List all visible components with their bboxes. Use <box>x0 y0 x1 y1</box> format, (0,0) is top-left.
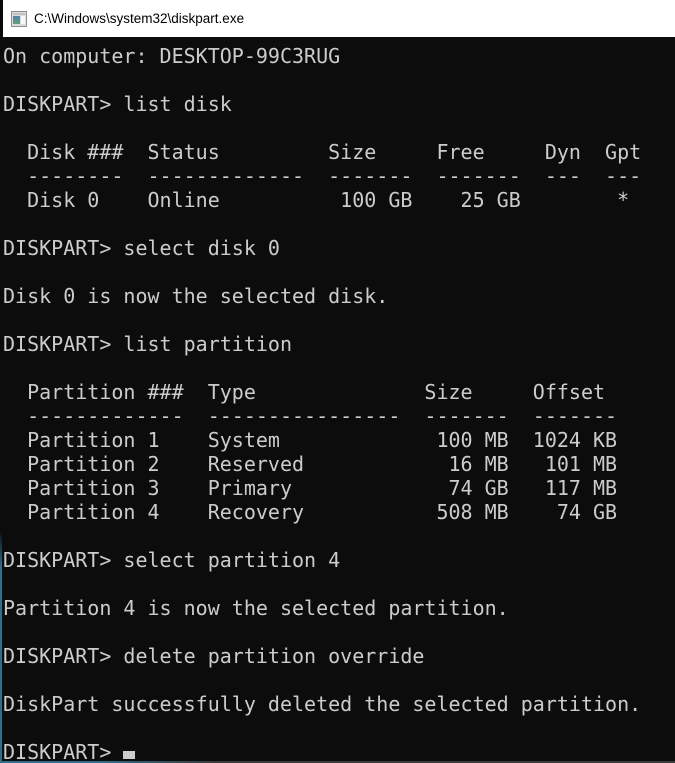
terminal-line: DISKPART> list disk <box>3 92 675 116</box>
terminal-line: Disk ### Status Size Free Dyn Gpt <box>3 140 675 164</box>
terminal-line <box>3 716 675 740</box>
terminal-line: DISKPART> list partition <box>3 332 675 356</box>
terminal-line <box>3 260 675 284</box>
terminal-line <box>3 572 675 596</box>
terminal-prompt-text: DISKPART> <box>3 740 123 763</box>
terminal-line <box>3 356 675 380</box>
terminal-line: DISKPART> select partition 4 <box>3 548 675 572</box>
terminal-line: DISKPART> select disk 0 <box>3 236 675 260</box>
terminal-line <box>3 308 675 332</box>
terminal-line <box>3 524 675 548</box>
terminal-line <box>3 116 675 140</box>
terminal-line: On computer: DESKTOP-99C3RUG <box>3 44 675 68</box>
window-title: C:\Windows\system32\diskpart.exe <box>34 11 244 26</box>
terminal-line <box>3 620 675 644</box>
terminal-line <box>3 68 675 92</box>
titlebar[interactable]: C:\Windows\system32\diskpart.exe <box>0 0 675 37</box>
console-app-icon[interactable] <box>11 11 27 27</box>
terminal-line: Disk 0 Online 100 GB 25 GB * <box>3 188 675 212</box>
terminal-line: Partition 4 is now the selected partitio… <box>3 596 675 620</box>
terminal-line: DISKPART> delete partition override <box>3 644 675 668</box>
console-window: C:\Windows\system32\diskpart.exe On comp… <box>0 0 675 763</box>
terminal-line: Partition 4 Recovery 508 MB 74 GB <box>3 500 675 524</box>
terminal-screen[interactable]: On computer: DESKTOP-99C3RUG DISKPART> li… <box>0 37 675 763</box>
console-window-icon <box>11 11 27 27</box>
terminal-output: On computer: DESKTOP-99C3RUG DISKPART> li… <box>3 44 675 740</box>
terminal-line: Partition 1 System 100 MB 1024 KB <box>3 428 675 452</box>
text-cursor-block <box>123 751 135 759</box>
terminal-line: ------------- ---------------- ------- -… <box>3 404 675 428</box>
terminal-line <box>3 212 675 236</box>
terminal-line: DiskPart successfully deleted the select… <box>3 692 675 716</box>
terminal-line: Partition ### Type Size Offset <box>3 380 675 404</box>
terminal-line: Disk 0 is now the selected disk. <box>3 284 675 308</box>
terminal-line: -------- ------------- ------- ------- -… <box>3 164 675 188</box>
terminal-prompt-line: DISKPART> <box>3 740 675 763</box>
terminal-line: Partition 3 Primary 74 GB 117 MB <box>3 476 675 500</box>
terminal-line <box>3 668 675 692</box>
terminal-line: Partition 2 Reserved 16 MB 101 MB <box>3 452 675 476</box>
